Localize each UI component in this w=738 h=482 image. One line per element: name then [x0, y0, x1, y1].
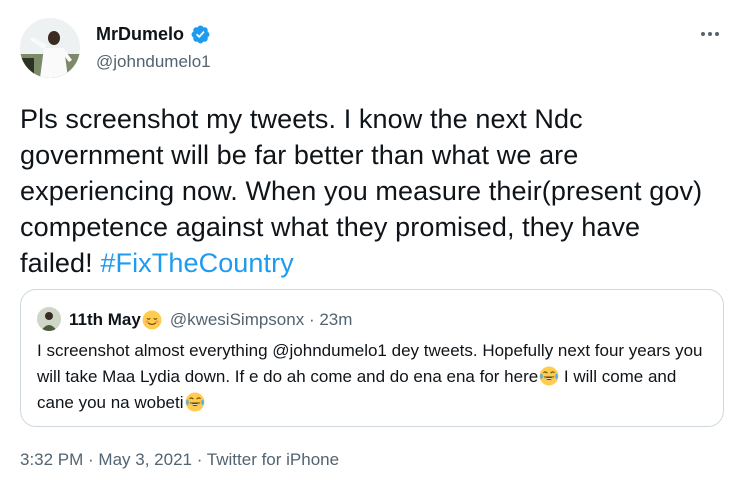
quoted-header: 11th May @kwesiSimpsonx · 23m	[69, 310, 352, 330]
more-options-icon	[701, 32, 719, 36]
footer-separator: ·	[83, 450, 99, 469]
footer-separator: ·	[191, 450, 207, 469]
tweet-source[interactable]: Twitter for iPhone	[207, 450, 339, 469]
quoted-author-name[interactable]: 11th May	[69, 310, 141, 330]
author-name-row[interactable]: MrDumelo	[96, 24, 211, 45]
relieved-face-emoji	[142, 310, 162, 330]
quoted-avatar-photo	[37, 307, 61, 331]
avatar-photo	[20, 18, 80, 78]
tweet-text: Pls screenshot my tweets. I know the nex…	[20, 101, 720, 281]
quoted-avatar[interactable]	[37, 307, 61, 331]
verified-badge-icon	[191, 25, 210, 44]
more-options-button[interactable]	[696, 20, 724, 48]
tweet-date[interactable]: May 3, 2021	[98, 450, 192, 469]
quoted-tweet[interactable]: 11th May @kwesiSimpsonx · 23m I screensh…	[20, 289, 724, 427]
avatar[interactable]	[20, 18, 80, 78]
quoted-text: I screenshot almost everything @johndume…	[37, 338, 717, 416]
face-with-tears-of-joy-emoji	[185, 392, 204, 412]
face-with-tears-of-joy-emoji	[539, 366, 559, 386]
author-handle[interactable]: @johndumelo1	[96, 52, 211, 72]
hashtag-link[interactable]: #FixTheCountry	[100, 248, 293, 278]
quoted-meta: @kwesiSimpsonx · 23m	[170, 310, 353, 330]
quoted-separator: ·	[304, 310, 320, 329]
author-name[interactable]: MrDumelo	[96, 24, 184, 45]
quoted-author-handle: @kwesiSimpsonx	[169, 310, 305, 329]
tweet-time[interactable]: 3:32 PM	[20, 450, 83, 469]
tweet-footer: 3:32 PM · May 3, 2021 · Twitter for iPho…	[20, 450, 339, 470]
quoted-time[interactable]: 23m	[319, 310, 352, 329]
